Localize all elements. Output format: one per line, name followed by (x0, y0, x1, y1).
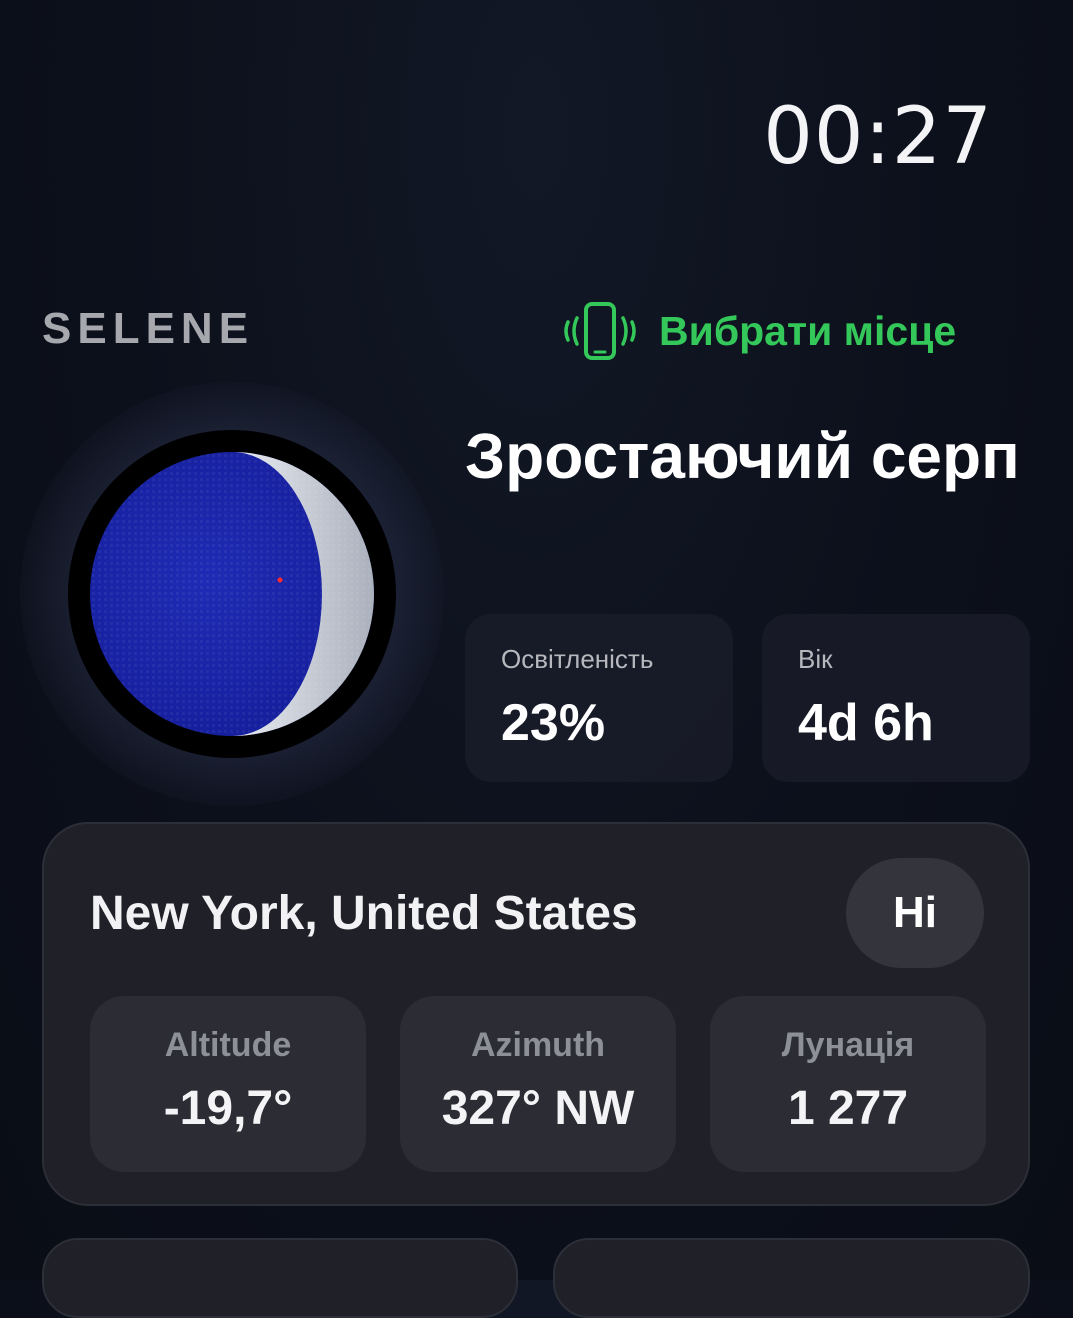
age-label: Вік (798, 644, 833, 674)
moon-halo (20, 382, 444, 806)
phone-vibrate-icon (555, 300, 645, 362)
illumination-value: 23% (501, 694, 606, 752)
azimuth-value: 327° NW (441, 1082, 635, 1135)
age-value: 4d 6h (798, 694, 934, 752)
status-clock: 00:27 (763, 92, 993, 182)
lunation-card: Лунація 1 277 (710, 996, 986, 1172)
location-panel: New York, United States Hi Altitude -19,… (42, 822, 1030, 1206)
lunation-label: Лунація (781, 1026, 915, 1064)
illumination-label: Освітленість (501, 644, 654, 674)
language-button[interactable]: Hi (846, 858, 984, 968)
illumination-card: Освітленість 23% (465, 614, 733, 782)
location-title: New York, United States (90, 887, 638, 940)
age-card: Вік 4d 6h (762, 614, 1030, 782)
altitude-card: Altitude -19,7° (90, 996, 366, 1172)
altitude-label: Altitude (164, 1026, 292, 1064)
choose-place-button[interactable]: Вибрати місце (555, 300, 956, 362)
bottom-card-right (553, 1238, 1030, 1318)
altitude-value: -19,7° (163, 1082, 293, 1135)
app-name: SELENE (42, 304, 255, 353)
moon-phase-image (68, 430, 396, 758)
moon-phase-name: Зростаючий серп (465, 420, 1020, 492)
choose-place-label: Вибрати місце (659, 307, 957, 354)
lunation-value: 1 277 (787, 1082, 909, 1135)
bottom-card-left (42, 1238, 518, 1318)
azimuth-card: Azimuth 327° NW (400, 996, 676, 1172)
azimuth-label: Azimuth (470, 1026, 606, 1064)
